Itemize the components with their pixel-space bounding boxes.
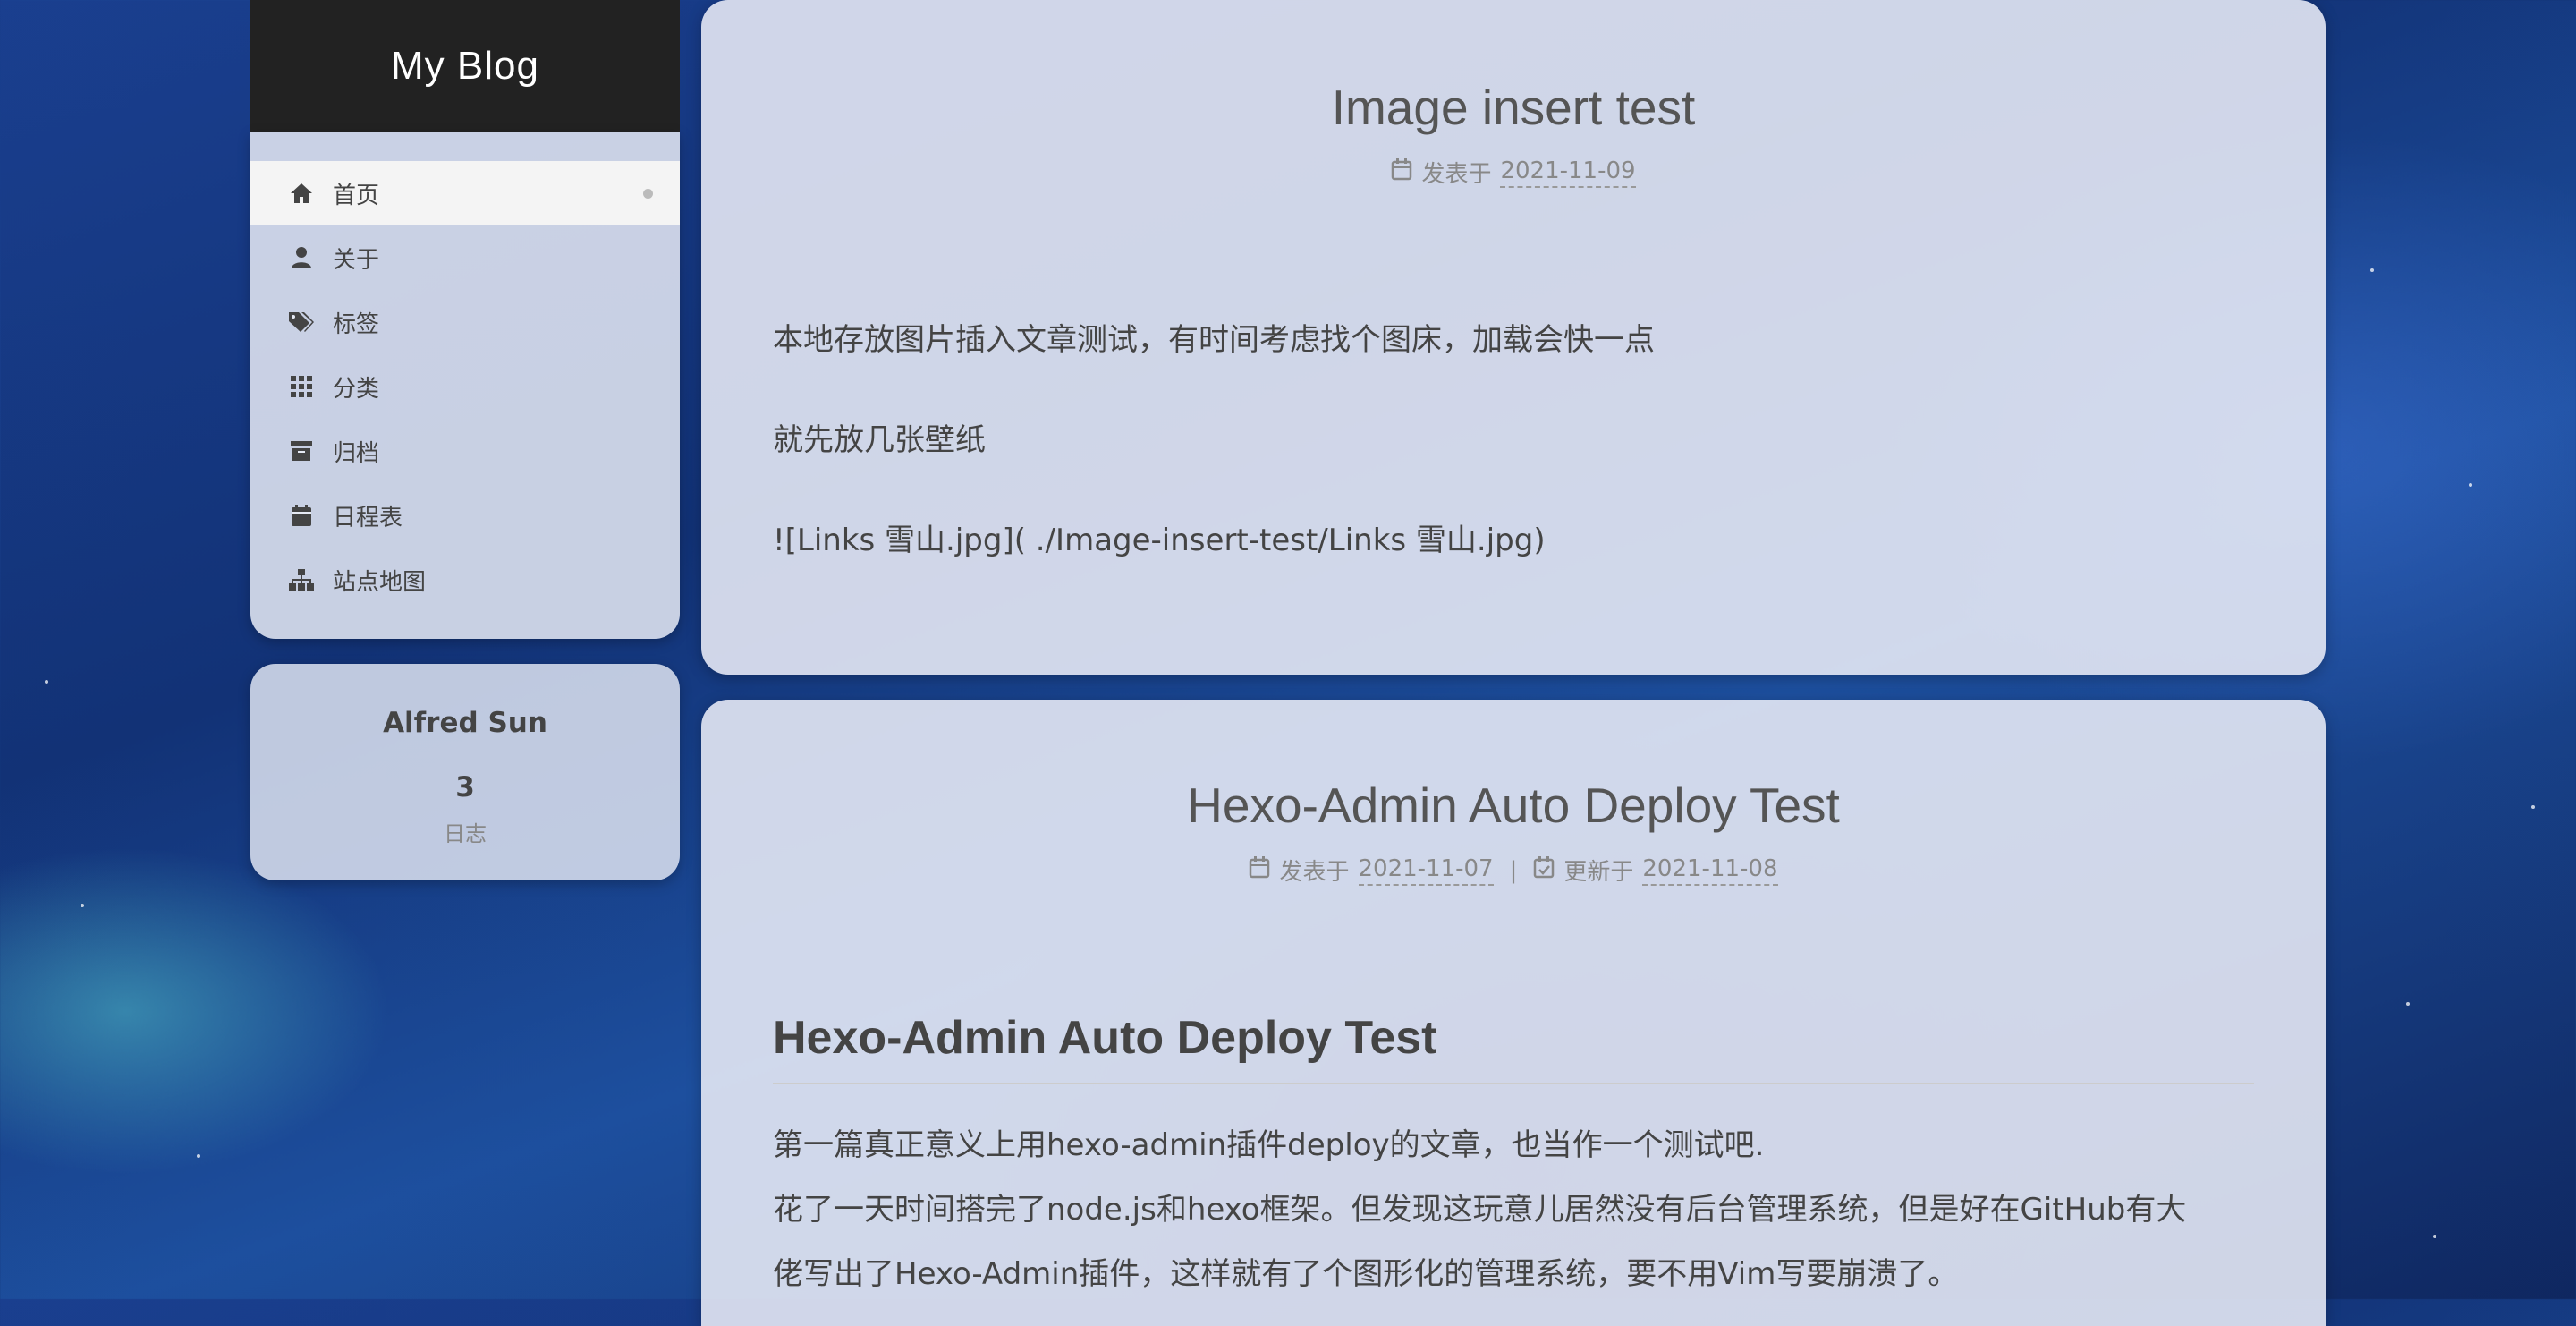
post-count-label[interactable]: 日志 <box>250 816 680 847</box>
post-body-line: 花了一天时间搭完了node.js和hexo框架。但发现这玩意儿居然没有后台管理系… <box>773 1192 2187 1228</box>
user-icon <box>288 244 315 271</box>
menu-item-label: 日程表 <box>333 504 403 531</box>
menu-item-label: 归档 <box>333 439 380 467</box>
post-meta: 发表于 2021-11-07 | 更新于 2021-11-08 <box>701 854 2326 887</box>
grid-icon <box>288 373 315 400</box>
site-brand[interactable]: My Blog <box>250 0 680 132</box>
post-body-line: 第一篇真正意义上用hexo-admin插件deploy的文章，也当作一个测试吧. <box>773 1127 1765 1163</box>
menu-item-sitemap[interactable]: 站点地图 <box>250 548 680 612</box>
post-paragraph: 就先放几张壁纸 <box>773 422 986 458</box>
menu-item-schedule[interactable]: 日程表 <box>250 483 680 548</box>
sidebar-menu: 首页 关于 标签 分类 归档 日程表 站点地图 <box>250 132 680 639</box>
post-body: 第一篇真正意义上用hexo-admin插件deploy的文章，也当作一个测试吧.… <box>773 1113 2254 1306</box>
menu-item-home[interactable]: 首页 <box>250 161 680 225</box>
post-paragraph: ![Links 雪山.jpg]( ./Image-insert-test/Lin… <box>773 523 1546 558</box>
menu-item-categories[interactable]: 分类 <box>250 354 680 419</box>
post-count[interactable]: 3 <box>250 771 680 803</box>
menu-item-label: 关于 <box>333 246 380 274</box>
published-date: 2021-11-09 <box>1500 157 1636 188</box>
author-panel: Alfred Sun 3 日志 <box>250 664 680 880</box>
sitemap-icon <box>288 566 315 593</box>
updated-label: 更新于 <box>1563 859 1634 886</box>
calendar-check-icon <box>1533 855 1555 885</box>
home-icon <box>288 180 315 207</box>
active-indicator-dot <box>643 189 653 199</box>
menu-item-label: 站点地图 <box>333 568 427 596</box>
post-card: Hexo-Admin Auto Deploy Test 发表于 2021-11-… <box>701 700 2326 1326</box>
archive-icon <box>288 438 315 464</box>
post-title[interactable]: Image insert test <box>701 79 2326 136</box>
post-title[interactable]: Hexo-Admin Auto Deploy Test <box>701 777 2326 834</box>
tags-icon <box>288 309 315 336</box>
calendar-icon <box>1391 157 1412 187</box>
menu-item-label: 标签 <box>333 310 380 338</box>
post-card: Image insert test 发表于 2021-11-09 本地存放图片插… <box>701 0 2326 675</box>
meta-separator: | <box>1509 856 1518 884</box>
calendar-icon <box>288 502 315 529</box>
menu-item-label: 首页 <box>333 182 380 209</box>
published-date: 2021-11-07 <box>1358 855 1494 886</box>
updated-date: 2021-11-08 <box>1642 855 1778 886</box>
post-heading: Hexo-Admin Auto Deploy Test <box>773 1011 2254 1084</box>
calendar-icon <box>1249 855 1270 885</box>
menu-item-archives[interactable]: 归档 <box>250 419 680 483</box>
published-label: 发表于 <box>1279 859 1350 886</box>
post-meta: 发表于 2021-11-09 <box>701 156 2326 189</box>
post-paragraph: 本地存放图片插入文章测试，有时间考虑找个图床，加载会快一点 <box>773 322 1655 358</box>
post-body-line: 佬写出了Hexo-Admin插件，这样就有了个图形化的管理系统，要不用Vim写要… <box>773 1256 1959 1292</box>
menu-item-tags[interactable]: 标签 <box>250 290 680 354</box>
author-name: Alfred Sun <box>383 707 547 739</box>
menu-item-about[interactable]: 关于 <box>250 225 680 290</box>
published-label: 发表于 <box>1421 161 1492 188</box>
menu-item-label: 分类 <box>333 375 380 403</box>
site-title[interactable]: My Blog <box>391 44 539 89</box>
